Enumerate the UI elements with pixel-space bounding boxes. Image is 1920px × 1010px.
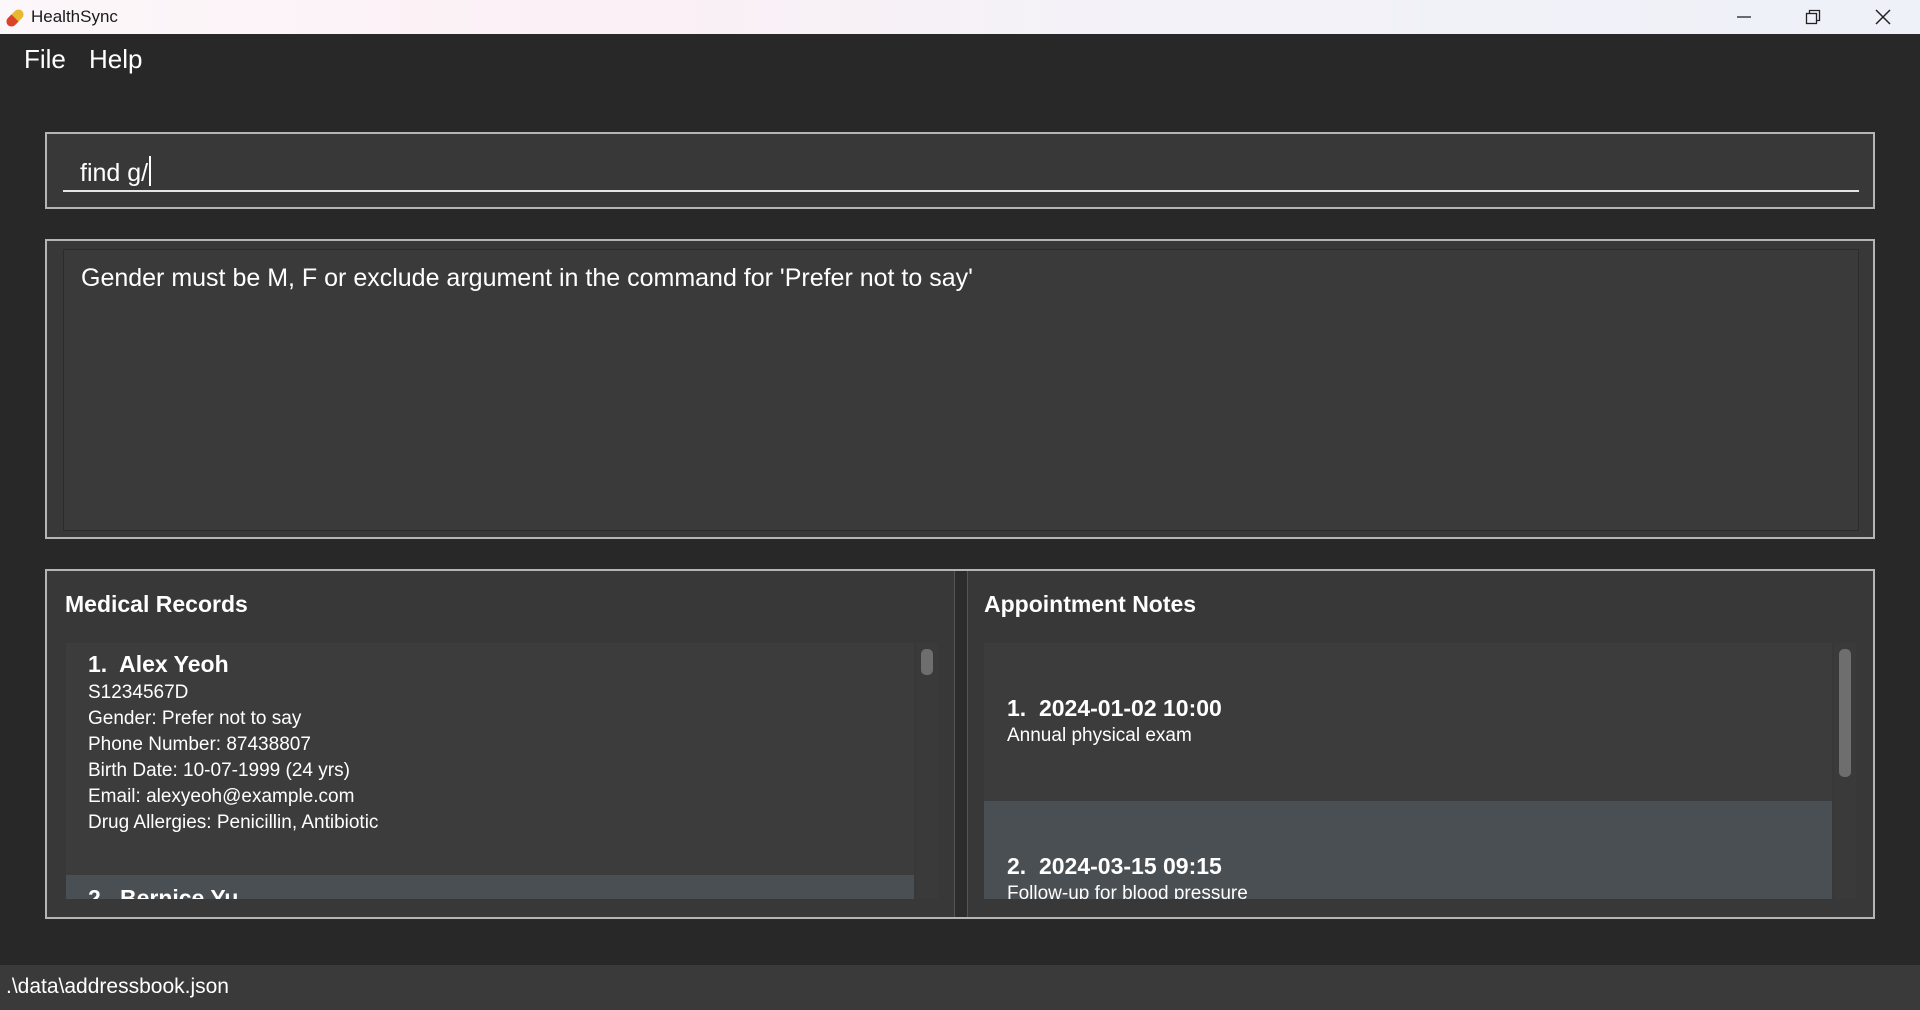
appointment-notes-scroll-thumb[interactable] bbox=[1839, 649, 1851, 777]
appointment-card[interactable]: 2. 2024-03-15 09:15 Follow-up for blood … bbox=[984, 801, 1832, 899]
result-display[interactable]: Gender must be M, F or exclude argument … bbox=[63, 249, 1859, 531]
appointment-notes-scrollbar[interactable] bbox=[1834, 643, 1856, 899]
appointment-notes-list[interactable]: 1. 2024-01-02 10:00 Annual physical exam… bbox=[984, 643, 1832, 899]
person-allergies: Drug Allergies: Penicillin, Antibiotic bbox=[88, 812, 379, 833]
person-nric: S1234567D bbox=[88, 682, 189, 703]
menu-bar: File Help bbox=[0, 34, 1920, 89]
command-input-text: find g/ bbox=[80, 159, 149, 187]
person-index: 1. bbox=[88, 651, 108, 677]
person-gender: Gender: Prefer not to say bbox=[88, 708, 302, 729]
person-index: 2. bbox=[88, 885, 108, 899]
pill-icon bbox=[4, 7, 26, 29]
person-name: Alex Yeoh bbox=[119, 651, 229, 677]
status-bar: .\data\addressbook.json bbox=[0, 965, 1920, 1010]
appointment-index: 2. bbox=[1007, 853, 1027, 879]
person-card[interactable]: 2. Bernice Yu bbox=[66, 875, 914, 899]
appointment-datetime: 2024-03-15 09:15 bbox=[1038, 853, 1222, 879]
minimize-icon[interactable] bbox=[1709, 0, 1779, 34]
medical-records-scrollbar[interactable] bbox=[916, 643, 938, 899]
lists-panel: Medical Records 1. Alex Yeoh S1234567D G… bbox=[45, 569, 1875, 919]
appointment-index: 1. bbox=[1007, 695, 1027, 721]
appointment-note: Follow-up for blood pressure bbox=[1007, 883, 1248, 899]
appointment-note: Annual physical exam bbox=[1007, 725, 1192, 746]
result-display-panel: Gender must be M, F or exclude argument … bbox=[45, 239, 1875, 539]
person-email: Email: alexyeoh@example.com bbox=[88, 786, 355, 807]
appointment-card[interactable]: 1. 2024-01-02 10:00 Annual physical exam bbox=[984, 643, 1832, 801]
result-message: Gender must be M, F or exclude argument … bbox=[81, 264, 973, 292]
person-phone: Phone Number: 87438807 bbox=[88, 734, 311, 755]
command-box-panel: find g/ bbox=[45, 132, 1875, 209]
menu-file[interactable]: File bbox=[24, 44, 66, 75]
text-caret bbox=[149, 156, 152, 186]
save-file-path: .\data\addressbook.json bbox=[6, 975, 229, 998]
person-name: Bernice Yu bbox=[119, 885, 239, 899]
person-card[interactable]: 1. Alex Yeoh S1234567D Gender: Prefer no… bbox=[66, 643, 914, 875]
menu-help[interactable]: Help bbox=[89, 44, 142, 75]
panel-divider[interactable] bbox=[954, 571, 968, 917]
medical-records-scroll-thumb[interactable] bbox=[921, 649, 933, 675]
appointment-datetime: 2024-01-02 10:00 bbox=[1038, 695, 1222, 721]
close-icon[interactable] bbox=[1848, 0, 1918, 34]
title-bar: HealthSync bbox=[0, 0, 1920, 34]
person-birth-date: Birth Date: 10-07-1999 (24 yrs) bbox=[88, 760, 350, 781]
medical-records-list[interactable]: 1. Alex Yeoh S1234567D Gender: Prefer no… bbox=[66, 643, 914, 899]
window-title: HealthSync bbox=[31, 7, 118, 26]
command-input[interactable]: find g/ bbox=[63, 152, 1859, 192]
appointment-notes-heading: Appointment Notes bbox=[984, 591, 1197, 617]
restore-icon[interactable] bbox=[1778, 0, 1848, 34]
medical-records-heading: Medical Records bbox=[65, 591, 248, 617]
